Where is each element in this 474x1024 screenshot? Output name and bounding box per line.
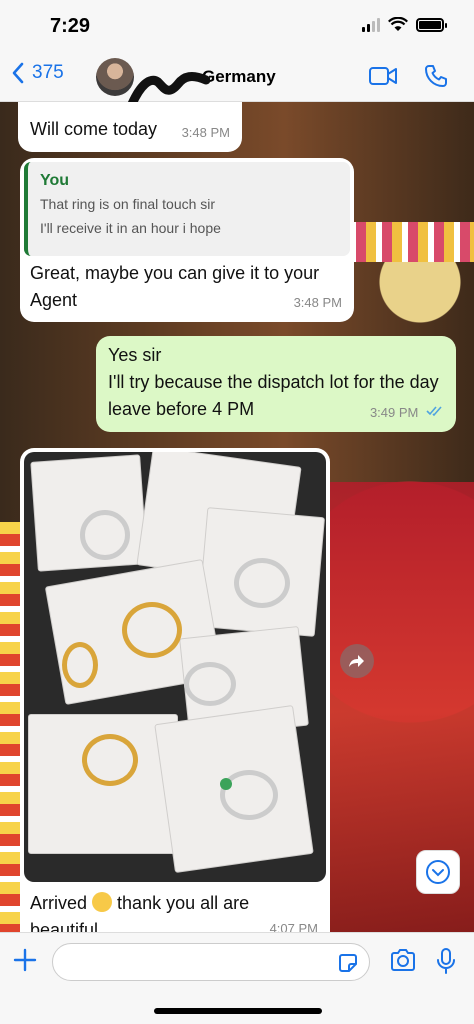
- wifi-icon: [388, 17, 408, 31]
- message-text: Will come today: [30, 119, 158, 139]
- home-indicator[interactable]: [154, 1008, 322, 1014]
- message-time: 3:48 PM: [181, 125, 230, 140]
- status-bar: 7:29: [0, 0, 474, 52]
- gemstone: [220, 778, 232, 790]
- status-icons: [362, 17, 447, 32]
- camera-button[interactable]: [390, 949, 416, 976]
- camera-icon: [391, 949, 415, 971]
- image-message[interactable]: Arrived thank you all are beautiful 4:07…: [20, 448, 330, 932]
- back-button[interactable]: 375: [12, 62, 64, 84]
- signal-icon: [362, 17, 380, 32]
- quote-text: That ring is on final touch sir: [40, 196, 216, 212]
- voice-call-button[interactable]: [424, 64, 448, 93]
- message-bubble[interactable]: Will come today 3:48 PM: [18, 102, 242, 152]
- attach-button[interactable]: [12, 947, 38, 978]
- forward-button[interactable]: [340, 644, 374, 678]
- chevron-left-icon: [12, 62, 24, 84]
- video-call-icon: [369, 67, 397, 85]
- video-call-button[interactable]: [368, 64, 398, 93]
- rings-photo[interactable]: [24, 452, 326, 882]
- message-time: 4:07 PM: [269, 921, 318, 932]
- ring: [184, 662, 236, 706]
- read-receipt-icon: [426, 406, 442, 417]
- ring: [220, 770, 278, 820]
- phone-icon: [425, 65, 447, 87]
- battery-icon: [416, 17, 447, 32]
- message-bubble-outgoing[interactable]: Yes sir I'll try because the dispatch lo…: [96, 336, 456, 432]
- message-time: 3:49 PM: [369, 405, 419, 420]
- ring: [234, 558, 290, 608]
- chat-header: 375 Germany: [0, 52, 474, 102]
- sticker-button[interactable]: [337, 952, 359, 979]
- scroll-to-bottom-button[interactable]: [416, 850, 460, 894]
- microphone-icon: [437, 948, 455, 974]
- message-time: 3:48 PM: [293, 295, 342, 310]
- chevron-down-icon: [426, 860, 450, 884]
- message-text: Yes sir: [108, 345, 162, 365]
- smiley-emoji-icon: [92, 892, 113, 912]
- chat-area[interactable]: Will come today 3:48 PM You That ring is…: [0, 102, 474, 932]
- quote-author: You: [40, 172, 70, 189]
- message-input[interactable]: [52, 943, 370, 981]
- message-bubble[interactable]: You That ring is on final touch sir I'll…: [20, 158, 354, 322]
- ring: [80, 510, 130, 560]
- ring: [62, 642, 98, 688]
- ring: [122, 602, 182, 658]
- sticker-icon: [339, 954, 357, 972]
- unread-count: 375: [32, 62, 64, 83]
- microphone-button[interactable]: [436, 947, 456, 980]
- message-meta: 3:49 PM: [370, 399, 444, 426]
- status-time: 7:29: [50, 15, 91, 37]
- contact-name[interactable]: Germany: [202, 67, 276, 87]
- forward-icon: [349, 655, 364, 667]
- quoted-message[interactable]: You That ring is on final touch sir I'll…: [24, 162, 350, 256]
- ring: [82, 734, 138, 786]
- quote-text: I'll receive it in an hour i hope: [40, 220, 221, 236]
- caption-text: Arrived: [30, 893, 88, 913]
- plus-icon: [13, 948, 37, 972]
